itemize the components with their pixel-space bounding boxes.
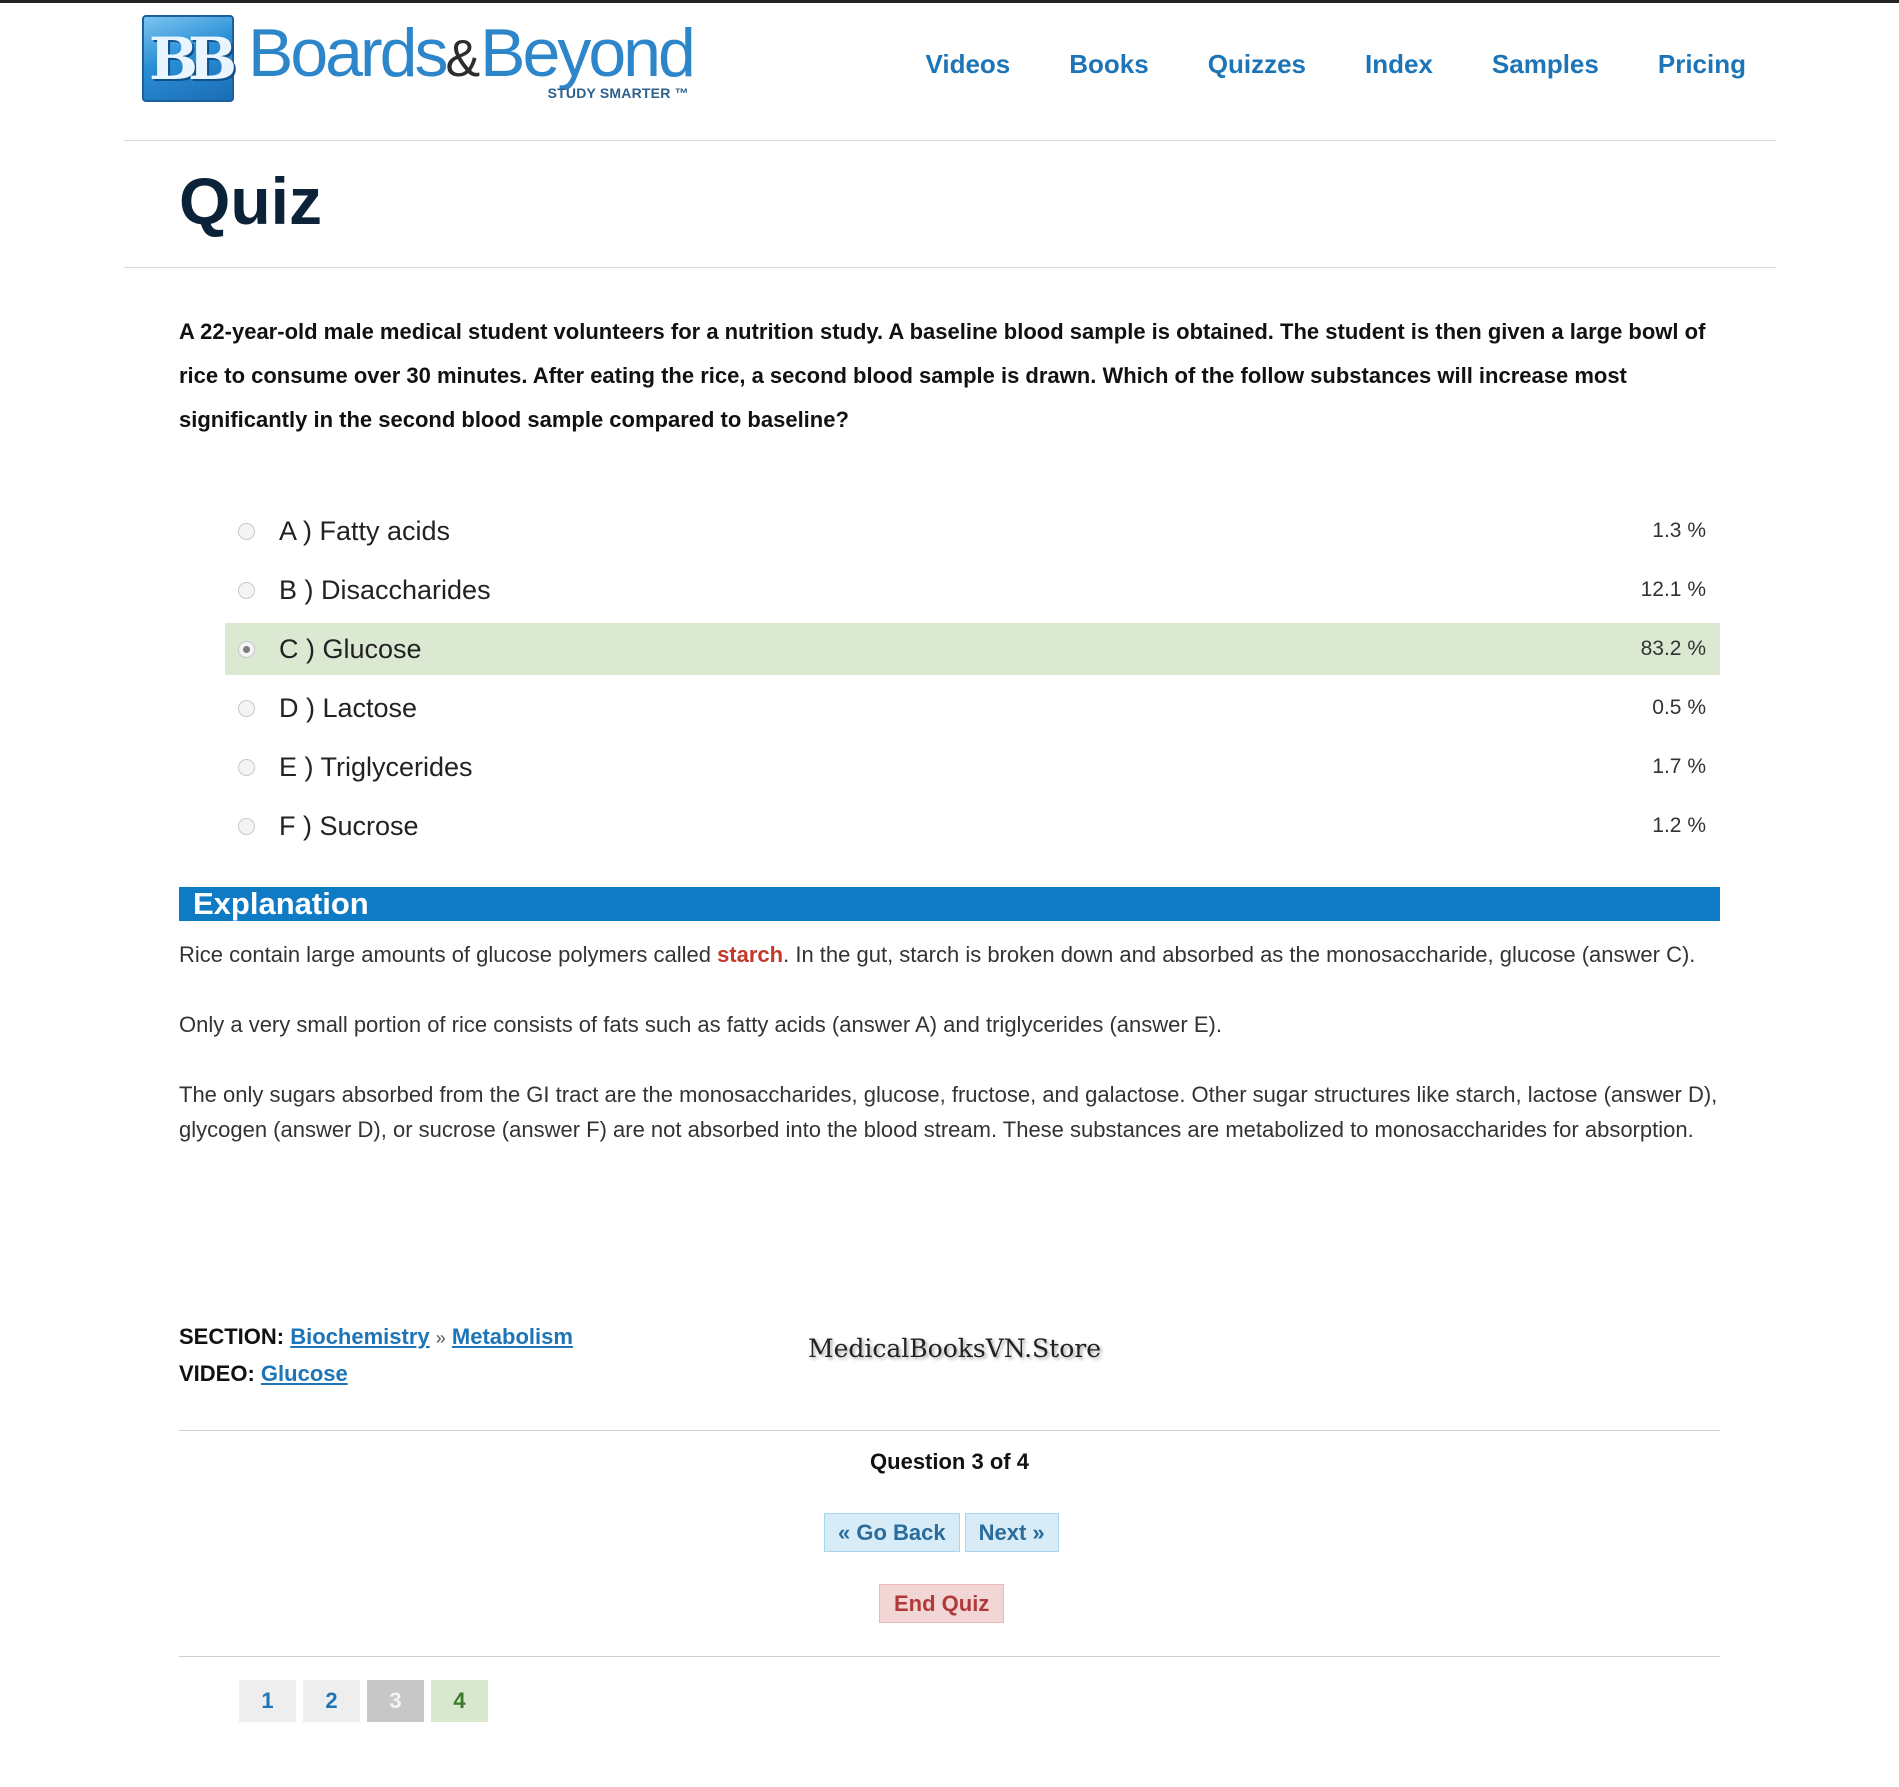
explanation-paragraph-2: Only a very small portion of rice consis… (179, 1012, 1222, 1037)
title-bar: Quiz (124, 141, 1776, 268)
question-counter: Question 3 of 4 (870, 1449, 1029, 1474)
explanation-paragraph-1: Rice contain large amounts of glucose po… (179, 937, 1720, 972)
navigation-buttons: « Go Back Next » (824, 1513, 1059, 1552)
page-button-1[interactable]: 1 (239, 1680, 296, 1722)
answer-label: A ) Fatty acids (279, 515, 451, 546)
answer-option-d[interactable]: D ) Lactose 0.5 % (225, 682, 1720, 734)
nav-index[interactable]: Index (1365, 49, 1433, 80)
logo-badge-text: BB (148, 24, 237, 93)
nav-samples[interactable]: Samples (1492, 49, 1599, 80)
nav-pricing[interactable]: Pricing (1658, 49, 1746, 80)
page-button-4[interactable]: 4 (431, 1680, 488, 1722)
page-title: Quiz (179, 164, 322, 238)
answer-option-b[interactable]: B ) Disaccharides 12.1 % (225, 564, 1720, 616)
radio-button-selected[interactable] (238, 640, 255, 658)
next-button[interactable]: Next » (964, 1513, 1059, 1552)
answer-percentage: 1.3 % (1652, 519, 1706, 542)
logo-badge: BB (142, 15, 237, 102)
answer-label: F ) Sucrose (279, 810, 419, 841)
answer-label: E ) Triglycerides (279, 751, 473, 782)
question-pager: 1 2 3 4 (239, 1680, 488, 1722)
site-header: BB Boards&Beyond STUDY SMARTER ™ Videos … (124, 3, 1776, 141)
brand-logo[interactable]: BB Boards&Beyond STUDY SMARTER ™ (142, 15, 696, 105)
section-line: SECTION: Biochemistry » Metabolism (179, 1319, 573, 1356)
nav-quizzes[interactable]: Quizzes (1208, 49, 1306, 80)
answer-option-a[interactable]: A ) Fatty acids 1.3 % (225, 505, 1720, 557)
answer-percentage: 83.2 % (1640, 637, 1706, 660)
answer-label: B ) Disaccharides (279, 574, 491, 605)
answer-label: D ) Lactose (279, 692, 418, 723)
explanation-body: Rice contain large amounts of glucose po… (179, 937, 1720, 1182)
section-link-metabolism[interactable]: Metabolism (452, 1324, 573, 1349)
nav-books[interactable]: Books (1069, 49, 1148, 80)
radio-button[interactable] (238, 817, 255, 835)
answer-option-f[interactable]: F ) Sucrose 1.2 % (225, 800, 1720, 852)
explanation-header: Explanation (179, 886, 1720, 921)
nav-videos[interactable]: Videos (925, 49, 1010, 80)
answer-percentage: 12.1 % (1640, 578, 1706, 601)
explanation-title: Explanation (193, 886, 369, 921)
answer-option-c[interactable]: C ) Glucose 83.2 % (225, 623, 1720, 675)
brand-amp: & (445, 30, 481, 88)
question-meta: SECTION: Biochemistry » Metabolism VIDEO… (179, 1319, 573, 1392)
answer-percentage: 0.5 % (1652, 696, 1706, 719)
page-button-3-current[interactable]: 3 (367, 1680, 424, 1722)
brand-name-2: Beyond (480, 15, 696, 91)
breadcrumb-separator: » (435, 1328, 446, 1348)
explanation-paragraph-3: The only sugars absorbed from the GI tra… (179, 1082, 1718, 1142)
end-quiz-button[interactable]: End Quiz (879, 1584, 1005, 1623)
question-text: A 22-year-old male medical student volun… (179, 319, 1706, 432)
answer-percentage: 1.7 % (1652, 755, 1706, 778)
video-line: VIDEO: Glucose (179, 1356, 573, 1392)
radio-button[interactable] (238, 699, 255, 717)
divider (179, 1656, 1720, 1657)
video-label: VIDEO: (179, 1361, 255, 1386)
radio-button[interactable] (238, 758, 255, 776)
answer-label: C ) Glucose (279, 633, 422, 664)
radio-button[interactable] (238, 581, 255, 599)
logo-wordmark: Boards&Beyond STUDY SMARTER ™ (248, 15, 696, 101)
section-label: SECTION: (179, 1324, 285, 1349)
answer-percentage: 1.2 % (1652, 814, 1706, 837)
brand-name-1: Boards (248, 15, 448, 91)
divider (179, 1430, 1720, 1431)
explanation-text: . In the gut, starch is broken down and … (783, 942, 1696, 967)
answer-list: A ) Fatty acids 1.3 % B ) Disaccharides … (225, 505, 1720, 859)
main-nav: Videos Books Quizzes Index Samples Prici… (866, 49, 1746, 80)
highlight-term: starch (717, 942, 784, 967)
answer-option-e[interactable]: E ) Triglycerides 1.7 % (225, 741, 1720, 793)
watermark: MedicalBooksVN.Store (808, 1334, 1101, 1363)
section-link-biochemistry[interactable]: Biochemistry (290, 1324, 429, 1349)
video-link-glucose[interactable]: Glucose (261, 1361, 348, 1386)
brand-tagline: STUDY SMARTER ™ (547, 85, 689, 101)
page-button-2[interactable]: 2 (303, 1680, 360, 1722)
explanation-text: Rice contain large amounts of glucose po… (179, 942, 718, 967)
radio-button[interactable] (238, 522, 255, 540)
go-back-button[interactable]: « Go Back (824, 1513, 960, 1552)
